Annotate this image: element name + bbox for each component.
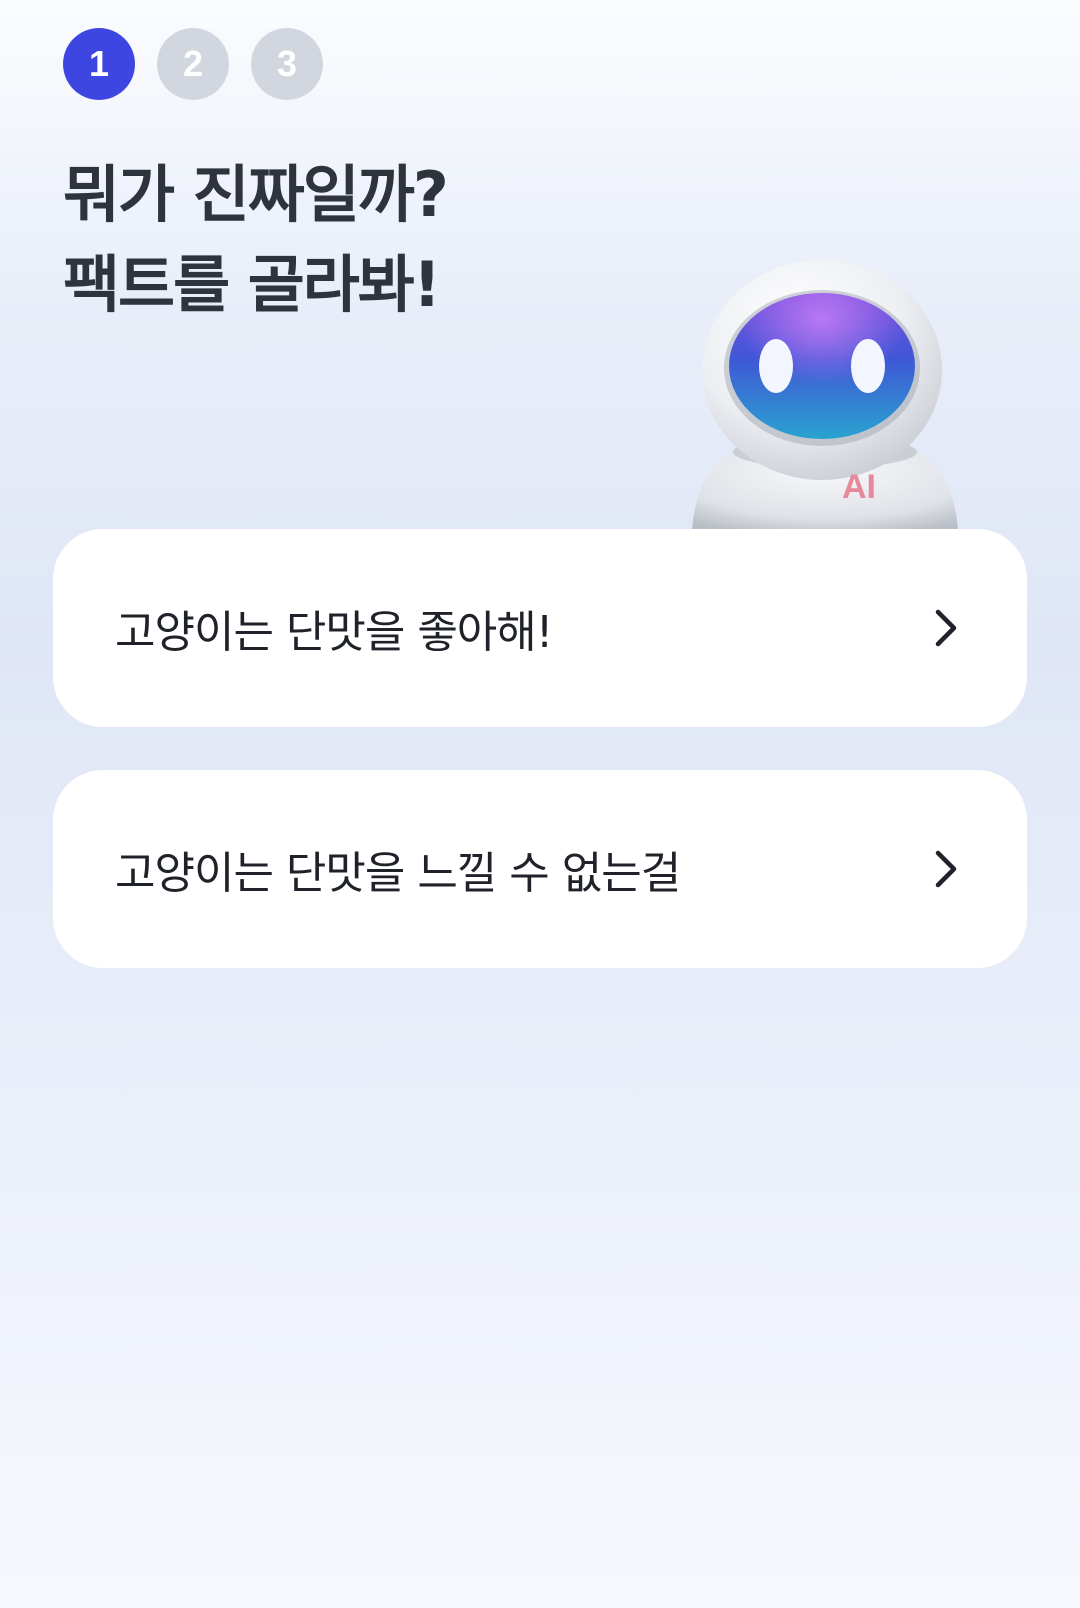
robot-badge-text: AI [842,468,876,506]
robot-mascot-icon: AI [680,258,970,530]
step-indicator: 1 2 3 [63,28,323,100]
heading-line-1: 뭐가 진짜일까? [63,158,449,231]
step-3: 3 [251,28,323,100]
step-2: 2 [157,28,229,100]
step-1: 1 [63,28,135,100]
question-heading: 뭐가 진짜일까? 팩트를 골라봐! [63,150,449,330]
chevron-right-icon [925,849,965,889]
answer-option-1-label: 고양이는 단맛을 좋아해! [115,607,553,658]
heading-line-2: 팩트를 골라봐! [63,248,441,321]
chevron-right-icon [925,608,965,648]
answer-option-2-label: 고양이는 단맛을 느낄 수 없는걸 [115,848,681,899]
answer-option-1[interactable]: 고양이는 단맛을 좋아해! [53,529,1027,727]
answer-option-2[interactable]: 고양이는 단맛을 느낄 수 없는걸 [53,770,1027,968]
